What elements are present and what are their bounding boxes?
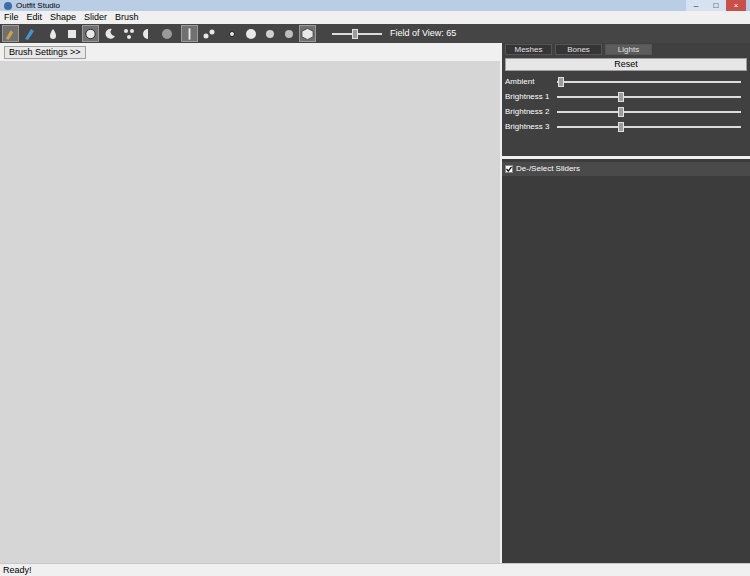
- tool-button[interactable]: [63, 25, 80, 42]
- menu-item[interactable]: File: [4, 13, 19, 22]
- circle-icon: [83, 26, 98, 42]
- outfit-studio-window: Outfit Studio –□× File Edit Shape Slider Brush…: [0, 0, 750, 576]
- brush-settings-button[interactable]: Brush Settings >>: [4, 46, 86, 59]
- link-icon: [201, 26, 217, 42]
- tool-button[interactable]: [280, 25, 297, 42]
- brush-icon: [3, 26, 18, 42]
- brush-bar: Brush Settings >>: [0, 43, 500, 61]
- panel-tab[interactable]: Lights: [605, 44, 652, 55]
- sliders-header: De-/Select Sliders: [502, 162, 750, 176]
- light-label: Brightness 1: [505, 93, 555, 101]
- tool-button[interactable]: [2, 25, 19, 42]
- drop-icon: [45, 26, 61, 42]
- moon-icon: [102, 26, 118, 42]
- light-row: Brightness 2: [505, 104, 747, 119]
- tab-bar: MeshesBonesLights: [505, 44, 747, 55]
- toolbar: Field of View: 65: [0, 24, 750, 43]
- tool-button[interactable]: [82, 25, 99, 42]
- window-control-button[interactable]: □: [706, 0, 726, 11]
- tool-button[interactable]: [242, 25, 259, 42]
- brush2-icon: [22, 26, 38, 42]
- menu-bar: File Edit Shape Slider Brush: [0, 11, 750, 24]
- title-bar: Outfit Studio –□×: [0, 0, 750, 11]
- window-title: Outfit Studio: [16, 2, 60, 10]
- dots-icon: [121, 26, 137, 42]
- side-panel: MeshesBonesLights Reset Ambient Brightness …: [502, 43, 750, 563]
- tool-button[interactable]: [261, 25, 278, 42]
- cube-icon: [300, 26, 315, 42]
- check-icon: [506, 166, 512, 172]
- reset-button[interactable]: Reset: [505, 58, 747, 71]
- light-slider[interactable]: [557, 107, 741, 117]
- light-slider[interactable]: [557, 122, 741, 132]
- panel-tab[interactable]: Meshes: [505, 44, 552, 55]
- tool-button[interactable]: [158, 25, 175, 42]
- window-control-button[interactable]: –: [686, 0, 706, 11]
- tool-button[interactable]: [299, 25, 316, 42]
- fov-slider[interactable]: [332, 29, 382, 39]
- half-icon: [140, 26, 156, 42]
- disc2-icon: [262, 26, 278, 42]
- tool-button[interactable]: [44, 25, 61, 42]
- status-text: Ready!: [3, 566, 32, 575]
- light-label: Ambient: [505, 78, 555, 86]
- app-icon: [4, 2, 12, 10]
- disc3-icon: [281, 26, 297, 42]
- menu-item[interactable]: Brush: [115, 13, 139, 22]
- fov-label: Field of View: 65: [390, 29, 456, 38]
- window-control-button[interactable]: ×: [726, 0, 746, 11]
- tool-button[interactable]: [200, 25, 217, 42]
- sliders-list: [502, 176, 750, 563]
- panel-tab[interactable]: Bones: [555, 44, 602, 55]
- light-label: Brightness 2: [505, 108, 555, 116]
- menu-item[interactable]: Slider: [84, 13, 107, 22]
- disc-icon: [243, 26, 259, 42]
- status-bar: Ready!: [0, 563, 750, 576]
- menu-item[interactable]: Edit: [27, 13, 43, 22]
- bar-icon: [182, 26, 197, 42]
- tool-button[interactable]: [21, 25, 38, 42]
- light-row: Brightness 1: [505, 89, 747, 104]
- menu-item[interactable]: Shape: [50, 13, 76, 22]
- render-viewport[interactable]: [0, 61, 500, 563]
- light-label: Brightness 3: [505, 123, 555, 131]
- light-row: Brightness 3: [505, 119, 747, 134]
- sliders-label: De-/Select Sliders: [516, 165, 580, 173]
- ball-icon: [159, 26, 175, 42]
- light-slider[interactable]: [557, 77, 741, 87]
- sliders-checkbox[interactable]: [505, 165, 513, 173]
- tool-button[interactable]: [139, 25, 156, 42]
- tool-button[interactable]: [120, 25, 137, 42]
- dot-icon: [224, 26, 240, 42]
- tool-button[interactable]: [223, 25, 240, 42]
- light-row: Ambient: [505, 74, 747, 89]
- tool-button[interactable]: [181, 25, 198, 42]
- light-slider[interactable]: [557, 92, 741, 102]
- tool-button[interactable]: [101, 25, 118, 42]
- square-icon: [64, 26, 80, 42]
